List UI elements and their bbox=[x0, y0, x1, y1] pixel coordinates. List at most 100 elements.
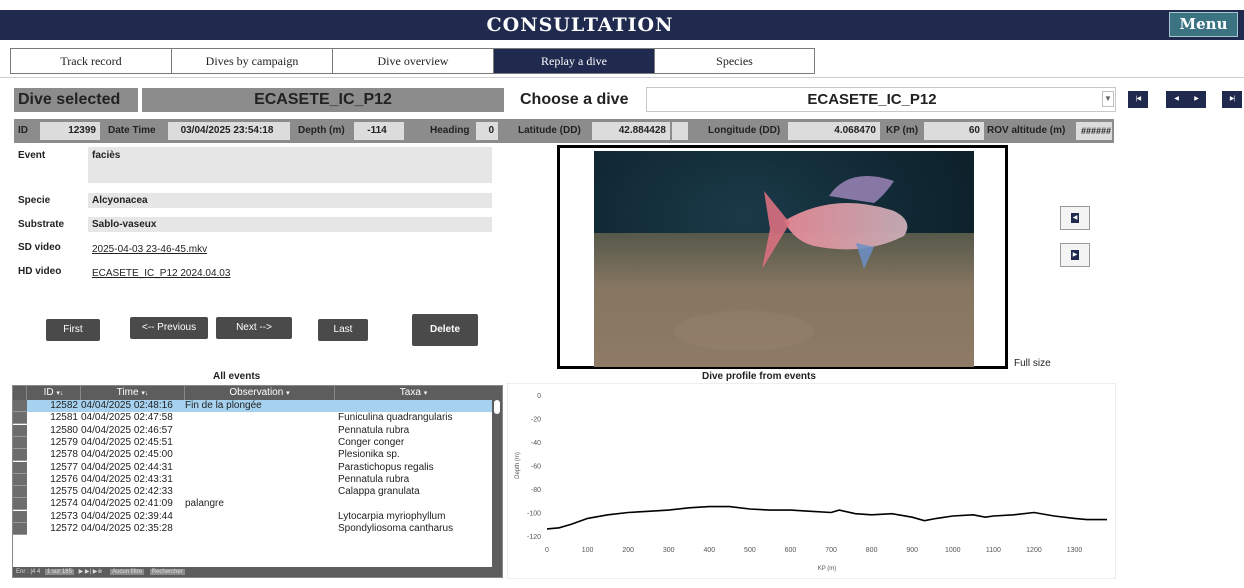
row-selector[interactable] bbox=[13, 461, 27, 474]
filter-indicator[interactable]: Aucun filtre bbox=[110, 569, 145, 575]
table-row[interactable]: 12576 04/04/2025 02:43:31 Pennatula rubra bbox=[13, 473, 493, 486]
cell-taxa: Conger conger bbox=[338, 436, 405, 448]
last-button[interactable]: Last bbox=[318, 319, 368, 341]
latitude-value: 42.884428 bbox=[592, 122, 670, 140]
table-vertical-scrollbar[interactable] bbox=[492, 386, 502, 577]
row-selector[interactable] bbox=[13, 523, 27, 535]
y-tick-label: -40 bbox=[531, 440, 541, 447]
cell-time: 04/04/2025 02:45:00 bbox=[81, 449, 173, 461]
rov-altitude-value: ###### bbox=[1076, 122, 1112, 140]
heading-value: 0 bbox=[476, 122, 498, 140]
cell-time: 04/04/2025 02:41:09 bbox=[81, 498, 173, 510]
cell-taxa: Plesionika sp. bbox=[338, 449, 400, 461]
next-button[interactable]: Next --> bbox=[216, 317, 292, 339]
events-title: All events bbox=[213, 371, 261, 382]
table-row[interactable]: 12574 04/04/2025 02:41:09 palangre bbox=[13, 498, 493, 511]
previous-record-icon[interactable]: ◀ bbox=[1166, 91, 1186, 108]
consultation-window: CONSULTATION Menu Track record Dives by … bbox=[0, 0, 1244, 588]
sd-video-link[interactable]: 2025-04-03 23-46-45.mkv bbox=[92, 244, 207, 255]
row-selector[interactable] bbox=[13, 510, 27, 523]
row-selector[interactable] bbox=[13, 449, 27, 462]
first-button[interactable]: First bbox=[46, 319, 100, 341]
x-tick-label: 800 bbox=[866, 547, 878, 554]
table-row[interactable]: 12575 04/04/2025 02:42:33 Calappa granulat… bbox=[13, 486, 493, 499]
table-row[interactable]: 12578 04/04/2025 02:45:00 Plesionika sp. bbox=[13, 449, 493, 462]
specie-label: Specie bbox=[18, 195, 51, 206]
tab-dive-overview[interactable]: Dive overview bbox=[332, 48, 493, 74]
cell-observation bbox=[185, 412, 335, 424]
event-field[interactable]: faciès bbox=[88, 147, 492, 183]
header-time[interactable]: Time ▾↓ bbox=[81, 386, 185, 400]
video-prev-button[interactable]: ◀ bbox=[1060, 206, 1090, 230]
tab-track-record[interactable]: Track record bbox=[10, 48, 171, 74]
title-bar: CONSULTATION Menu bbox=[0, 10, 1244, 40]
tab-species[interactable]: Species bbox=[654, 48, 815, 74]
row-selector[interactable] bbox=[13, 400, 27, 412]
x-tick-label: 1100 bbox=[986, 547, 1001, 554]
cell-taxa: Spondyliosoma cantharus bbox=[338, 523, 454, 534]
x-tick-label: 700 bbox=[825, 547, 837, 554]
table-row[interactable]: 12580 04/04/2025 02:46:57 Pennatula rubra bbox=[13, 424, 493, 437]
hd-video-link[interactable]: ECASETE_IC_P12 2024.04.03 bbox=[92, 268, 230, 279]
record-nav-controls[interactable]: ▶ ▶| ▶※ bbox=[79, 569, 103, 575]
tab-replay-a-dive[interactable]: Replay a dive bbox=[493, 48, 654, 74]
table-row[interactable]: 12581 04/04/2025 02:47:58 Funiculina quadr… bbox=[13, 412, 493, 425]
events-table: ID ▾↓ Time ▾↓ Observation ▾ Taxa ▾ 12582… bbox=[12, 385, 503, 578]
choose-dive-select[interactable]: ECASETE_IC_P12 ▼ bbox=[646, 87, 1116, 112]
record-position[interactable]: 1 sur 185 bbox=[44, 569, 74, 575]
latitude-label: Latitude (DD) bbox=[518, 125, 581, 136]
row-selector[interactable] bbox=[13, 436, 27, 449]
record-nav-prefix[interactable]: Enr : |4 4 bbox=[16, 569, 40, 575]
full-size-link[interactable]: Full size bbox=[1014, 358, 1051, 369]
table-row[interactable]: 12582 04/04/2025 02:48:16 Fin de la plongé… bbox=[13, 400, 493, 412]
chevron-down-icon[interactable]: ▼ bbox=[1102, 91, 1114, 107]
next-record-icon[interactable]: ▶ bbox=[1186, 91, 1206, 108]
y-tick-label: -100 bbox=[527, 511, 541, 518]
delete-button[interactable]: Delete bbox=[412, 314, 478, 346]
search-box[interactable]: Rechercher bbox=[149, 569, 185, 575]
row-selector[interactable] bbox=[13, 473, 27, 486]
kp-label: KP (m) bbox=[886, 125, 919, 136]
row-selector[interactable] bbox=[13, 424, 27, 437]
cell-id: 12578 bbox=[50, 449, 78, 461]
table-row[interactable]: 12577 04/04/2025 02:44:31 Parastichopus re… bbox=[13, 461, 493, 474]
cell-taxa: Parastichopus regalis bbox=[338, 461, 434, 473]
sort-icon: ▾↓ bbox=[56, 390, 64, 397]
cell-observation bbox=[185, 449, 335, 461]
table-row[interactable]: 12573 04/04/2025 02:39:44 Lytocarpia myrio… bbox=[13, 510, 493, 523]
first-record-icon[interactable]: |◀ bbox=[1128, 91, 1148, 108]
x-tick-label: 1200 bbox=[1026, 547, 1042, 554]
menu-button[interactable]: Menu bbox=[1169, 12, 1238, 37]
row-selector[interactable] bbox=[13, 486, 27, 499]
depth-value: -114 bbox=[354, 122, 404, 140]
cell-observation: Fin de la plongée bbox=[185, 400, 262, 411]
scrollbar-thumb[interactable] bbox=[494, 400, 500, 414]
cell-id: 12579 bbox=[50, 436, 78, 448]
specie-field[interactable]: Alcyonacea bbox=[88, 193, 492, 208]
y-tick-label: -60 bbox=[531, 464, 541, 471]
header-id[interactable]: ID ▾↓ bbox=[27, 386, 81, 400]
row-selector[interactable] bbox=[13, 412, 27, 425]
header-observation[interactable]: Observation ▾ bbox=[185, 386, 335, 400]
row-selector[interactable] bbox=[13, 498, 27, 511]
previous-button[interactable]: <-- Previous bbox=[130, 317, 208, 339]
longitude-value: 4.068470 bbox=[788, 122, 880, 140]
header-taxa[interactable]: Taxa ▾ bbox=[335, 386, 493, 400]
tab-bar: Track record Dives by campaign Dive over… bbox=[10, 48, 815, 74]
table-row[interactable]: 12579 04/04/2025 02:45:51 Conger conger bbox=[13, 436, 493, 449]
filter-icon: ▾ bbox=[423, 390, 428, 397]
dive-info-bar: ID 12399 Date Time 03/04/2025 23:54:18 D… bbox=[14, 119, 1114, 143]
datetime-value: 03/04/2025 23:54:18 bbox=[168, 122, 290, 140]
last-record-icon[interactable]: ▶| bbox=[1222, 91, 1242, 108]
substrate-field[interactable]: Sablo-vaseux bbox=[88, 217, 492, 232]
sort-icon: ▾↓ bbox=[141, 390, 149, 397]
table-row[interactable]: 12572 04/04/2025 02:35:28 Spondyliosoma ca… bbox=[13, 523, 493, 535]
video-frame[interactable] bbox=[557, 145, 1008, 369]
cell-time: 04/04/2025 02:44:31 bbox=[81, 461, 173, 473]
video-next-button[interactable]: ▶ bbox=[1060, 243, 1090, 267]
dive-selected-label: Dive selected bbox=[14, 88, 138, 112]
x-tick-label: 500 bbox=[744, 547, 756, 554]
events-table-header: ID ▾↓ Time ▾↓ Observation ▾ Taxa ▾ bbox=[13, 386, 502, 400]
cell-observation bbox=[185, 462, 335, 474]
tab-dives-by-campaign[interactable]: Dives by campaign bbox=[171, 48, 332, 74]
